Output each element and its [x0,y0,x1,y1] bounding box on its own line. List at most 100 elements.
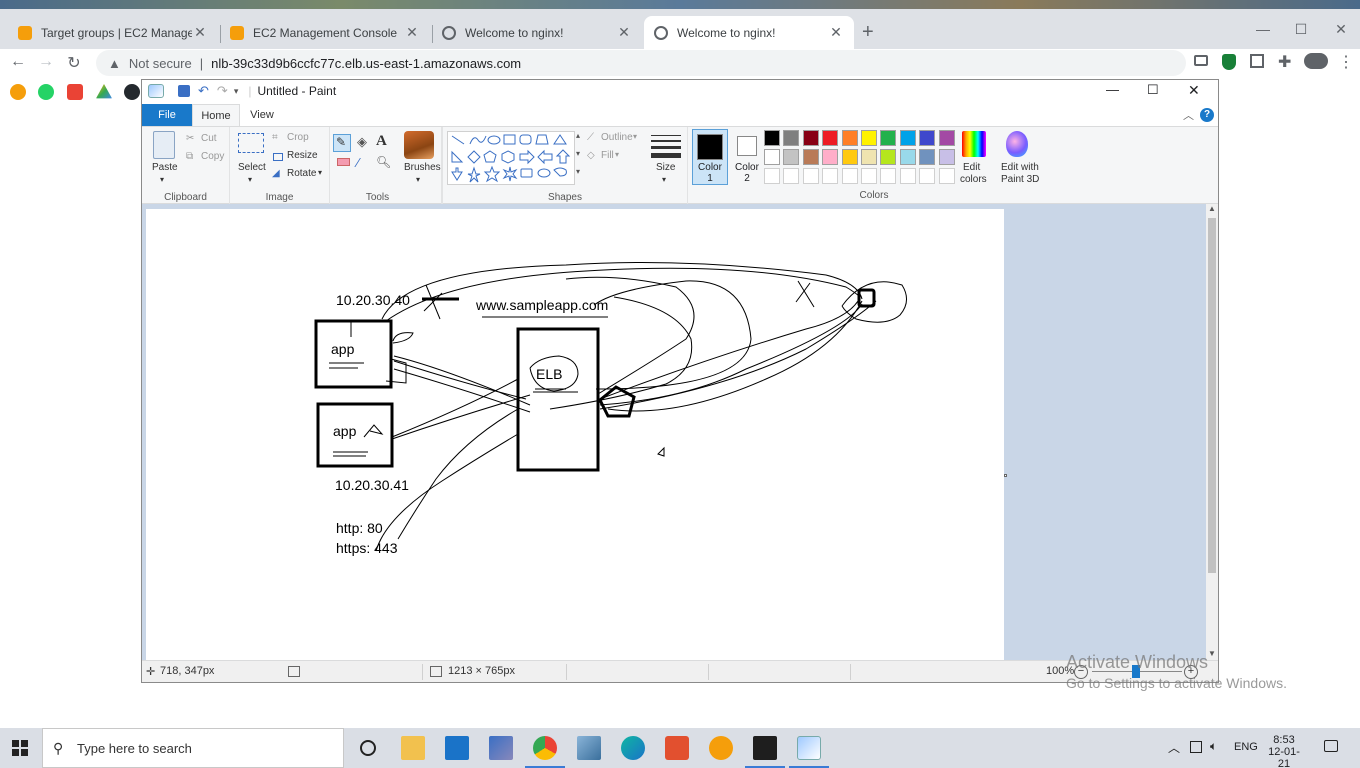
vertical-scrollbar[interactable]: ▲ ▼ [1206,204,1218,660]
palette-custom-slot[interactable] [764,168,780,184]
tab-view[interactable]: View [246,104,278,126]
new-tab-button[interactable]: + [862,21,874,44]
customize-qat-icon[interactable]: ▾ [234,86,239,97]
bookmark-icon[interactable] [10,84,26,100]
tab-file[interactable]: File [142,104,192,126]
undo-icon[interactable]: ↶ [198,83,209,99]
size-dropdown-icon[interactable]: ▾ [662,175,666,184]
palette-swatch[interactable] [764,130,780,146]
chrome-icon[interactable] [533,736,557,760]
palette-swatch[interactable] [822,130,839,146]
edge-icon[interactable] [621,736,645,760]
fill-bucket-icon[interactable]: ◈ [357,134,367,150]
palette-swatch[interactable] [861,130,877,146]
windows-start-icon[interactable] [12,740,28,756]
paint-minimize-icon[interactable]: — [1106,82,1119,97]
notifications-icon[interactable] [1324,740,1338,752]
taskbar-search[interactable]: ⚲ Type here to search [42,728,344,768]
edit-colors-label-2[interactable]: colors [960,174,987,185]
file-explorer-icon[interactable] [401,736,425,760]
palette-swatch[interactable] [802,130,819,146]
close-tab-icon[interactable]: ✕ [616,24,632,41]
browser-tab[interactable]: Welcome to nginx! ✕ [432,16,642,49]
help-icon[interactable]: ? [1200,108,1214,122]
copy-label[interactable]: Copy [201,151,224,162]
fill-label[interactable]: Fill [601,150,614,161]
rotate-dropdown-icon[interactable]: ▾ [318,168,322,177]
palette-swatch[interactable] [899,130,916,146]
close-tab-icon[interactable]: ✕ [404,24,420,41]
palette-swatch[interactable] [919,130,936,146]
palette-swatch[interactable] [880,149,897,165]
palette-swatch[interactable] [938,130,955,146]
palette-swatch[interactable] [841,149,858,165]
palette-custom-slot[interactable] [822,168,839,184]
redo-icon[interactable]: ↷ [217,83,228,99]
palette-swatch[interactable] [783,130,800,146]
browser-tab[interactable]: Target groups | EC2 Management Console ✕ [8,16,218,49]
terminal-icon[interactable] [753,736,777,760]
edit-colors-label-1[interactable]: Edit [963,162,980,173]
close-window-icon[interactable]: ✕ [1326,21,1356,38]
mail-icon[interactable] [445,736,469,760]
network-icon[interactable] [1190,741,1202,753]
palette-swatch[interactable] [919,149,936,165]
maximize-icon[interactable]: ☐ [1286,21,1316,38]
remote-desktop-icon[interactable] [489,736,513,760]
paste-label[interactable]: Paste [152,162,178,173]
size-label[interactable]: Size [656,162,675,173]
shield-extension-icon[interactable] [1222,54,1236,70]
edit-colors-icon[interactable] [962,131,986,157]
color-picker-icon[interactable]: ⁄ [357,155,359,170]
app-icon[interactable] [577,736,601,760]
paint3d-label-2[interactable]: Paint 3D [1001,174,1039,185]
select-icon[interactable] [238,133,264,153]
paint-maximize-icon[interactable]: ☐ [1147,82,1159,98]
paint-taskbar-icon[interactable] [797,736,821,760]
scroll-thumb[interactable] [1208,218,1216,573]
close-tab-icon[interactable]: ✕ [192,24,208,41]
paint-close-icon[interactable]: ✕ [1188,82,1200,99]
select-label[interactable]: Select [238,162,266,173]
rotate-label[interactable]: Rotate [287,168,316,179]
cortana-icon[interactable] [360,740,376,756]
palette-swatch[interactable] [802,149,819,165]
brushes-icon[interactable] [404,131,434,159]
brushes-dropdown-icon[interactable]: ▾ [416,175,420,184]
paint3d-icon[interactable] [1006,131,1028,157]
paste-dropdown-icon[interactable]: ▾ [160,175,164,184]
drive-icon[interactable] [96,84,112,99]
select-dropdown-icon[interactable]: ▾ [248,175,252,184]
paste-icon[interactable] [153,131,175,159]
palette-swatch[interactable] [938,149,955,165]
cut-label[interactable]: Cut [201,133,217,144]
shapes-scroll-down-icon[interactable]: ▾ [576,149,580,158]
palette-custom-slot[interactable] [880,168,897,184]
shapes-expand-icon[interactable]: ▾ [576,167,580,176]
save-icon[interactable] [178,85,190,97]
minimize-ribbon-icon[interactable]: ︿ [1183,107,1194,123]
color2-button[interactable]: Color 2 [730,129,764,185]
browser-tab-active[interactable]: Welcome to nginx! ✕ [644,16,854,49]
size-icon[interactable] [651,133,681,158]
palette-custom-slot[interactable] [919,168,936,184]
palette-swatch[interactable] [764,149,780,165]
tab-home[interactable]: Home [192,104,240,126]
shapes-gallery[interactable] [447,131,575,185]
palette-swatch[interactable] [783,149,800,165]
palette-swatch[interactable] [822,149,839,165]
clock[interactable]: 8:53 12-01-21 [1264,734,1304,768]
extensions-icon[interactable]: ✚ [1278,52,1291,72]
show-hidden-icons[interactable]: ︿ [1168,739,1180,756]
eraser-icon[interactable] [337,158,350,166]
scroll-up-icon[interactable]: ▲ [1206,204,1218,213]
volume-icon[interactable]: 🔈︎ [1210,739,1217,754]
magnifier-icon[interactable]: 🔍︎ [376,155,391,169]
canvas-resize-handle[interactable] [1004,474,1007,477]
brushes-label[interactable]: Brushes [404,162,441,173]
palette-custom-slot[interactable] [938,168,955,184]
language-indicator[interactable]: ENG [1234,741,1258,753]
resize-label[interactable]: Resize [287,150,318,161]
palette-swatch[interactable] [861,149,877,165]
qr-extension-icon[interactable] [1250,54,1264,68]
